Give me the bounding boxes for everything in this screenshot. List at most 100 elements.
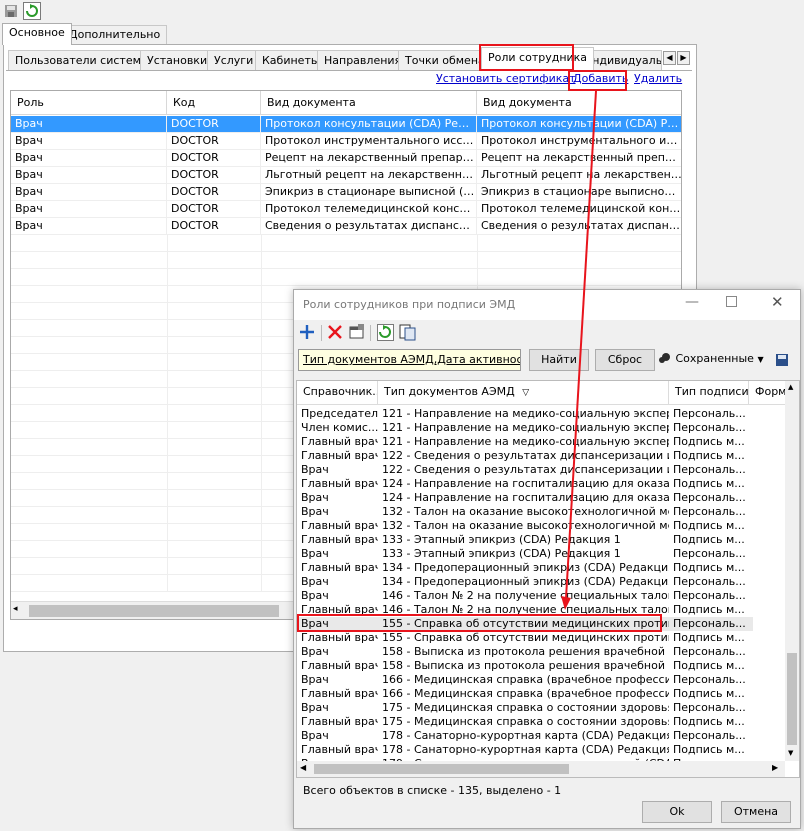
vertical-scrollbar[interactable]: ▲ ▼ [785,381,799,761]
column-header-code[interactable]: Код [167,91,261,115]
list-item[interactable]: Председатель 121 - Направление на медико-… [297,407,753,421]
column-header-aemd-type-label: Тип документов АЭМД [384,385,515,398]
grid-line [167,473,168,490]
dialog-scrollbar-thumb[interactable] [314,764,569,774]
list-cell-b: 175 - Медицинская справка о состоянии зд… [382,701,669,714]
table-row[interactable]: Врач DOCTOR Эпикриз в стационаре выписной … [11,184,681,201]
refresh-icon[interactable] [377,324,394,341]
list-item[interactable]: Врач 166 - Медицинская справка (врачебное… [297,673,753,687]
ok-button[interactable]: Ok [642,801,712,823]
list-cell-b: 121 - Направление на медико-социальную э… [382,407,669,420]
tab-scroll-left-button[interactable]: ◀ [663,51,676,65]
table-row[interactable]: Врач DOCTOR Сведения о результатах диспанс… [11,218,681,235]
grid-line [261,252,262,269]
table-row[interactable]: Врач DOCTOR Рецепт на лекарственный препар… [11,150,681,167]
list-item[interactable]: Член комис... 121 - Направление на медико… [297,421,753,435]
column-header-form[interactable]: Форм [749,381,789,405]
list-item[interactable]: Главный врач 133 - Этапный эпикриз (CDA) … [297,533,753,547]
scroll-left-arrow[interactable]: ◀ [300,763,306,772]
tab-employee-roles[interactable]: Роли сотрудника [481,47,595,71]
scroll-right-arrow[interactable]: ▶ [772,763,778,772]
list-item[interactable]: Главный врач 122 - Сведения о результатах… [297,449,753,463]
list-item[interactable]: Главный врач 146 - Талон № 2 на получение… [297,603,753,617]
list-item[interactable]: Врач 134 - Предоперационный эпикриз (CDA)… [297,575,753,589]
filter-field[interactable]: Тип документов АЭМД,Дата активност [298,349,521,371]
tab-main[interactable]: Основное [2,23,72,45]
install-certificate-link[interactable]: Установить сертификат [436,72,576,85]
scroll-up-arrow[interactable]: ▲ [788,383,793,391]
column-header-aemd-type[interactable]: Тип документов АЭМД ▽ [378,381,669,405]
table-cell-code: DOCTOR [167,201,261,218]
list-item[interactable]: Главный врач 158 - Выписка из протокола р… [297,659,753,673]
grid-line [261,422,262,439]
tab-directions[interactable]: Направления [317,50,409,70]
tab-settings[interactable]: Установки [140,50,215,70]
grid-line [261,286,262,303]
properties-icon[interactable] [349,324,365,340]
list-cell-c: Персональ... [673,673,746,686]
column-header-role[interactable]: Роль [11,91,167,115]
tab-system-users[interactable]: Пользователи системы [8,50,157,70]
list-item[interactable]: Главный врач 155 - Справка об отсутствии … [297,631,753,645]
tab-exchange-points[interactable]: Точки обмена [398,50,492,70]
grid-line [261,507,262,524]
grid-line [261,320,262,337]
saved-filters-dropdown[interactable]: Сохраненные ▼ [658,349,772,371]
save-icon[interactable] [2,2,20,20]
list-item[interactable]: Врач 175 - Медицинская справка о состояни… [297,701,753,715]
tab-services[interactable]: Услуги [207,50,261,70]
table-row[interactable]: Врач DOCTOR Протокол инструментального исс… [11,133,681,150]
column-header-reference[interactable]: Справочник... [297,381,378,405]
scroll-down-arrow[interactable]: ▼ [788,749,793,757]
tab-rooms[interactable]: Кабинеты [255,50,327,70]
column-header-doc-type[interactable]: Вид документа [261,91,477,115]
list-item[interactable]: Врач 146 - Талон № 2 на получение специал… [297,589,753,603]
vertical-scrollbar-thumb[interactable] [787,653,797,745]
cancel-button[interactable]: Отмена [721,801,791,823]
list-cell-a: Главный врач [301,631,378,644]
grid-line [167,320,168,337]
refresh-icon[interactable] [23,2,41,20]
export-icon[interactable] [399,324,416,341]
list-item[interactable]: Главный врач 178 - Санаторно-курортная ка… [297,743,753,757]
delete-link[interactable]: Удалить [634,72,682,85]
tab-additional[interactable]: Дополнительно [62,25,168,45]
save-filter-icon[interactable] [774,351,792,369]
scrollbar-thumb[interactable] [29,605,279,617]
table-cell-code: DOCTOR [167,167,261,184]
list-cell-a: Врач [301,547,329,560]
find-button[interactable]: Найти [529,349,589,371]
list-item[interactable]: Главный врач 124 - Направление на госпита… [297,477,753,491]
add-link[interactable]: Добавить [573,72,628,85]
add-icon[interactable] [298,323,316,341]
list-cell-b: 121 - Направление на медико-социальную э… [382,435,669,448]
table-row[interactable]: Врач DOCTOR Льготный рецепт на лекарственн… [11,167,681,184]
list-item[interactable]: Врач 132 - Талон на оказание высокотехнол… [297,505,753,519]
list-item[interactable]: Врач 133 - Этапный эпикриз (CDA) Редакция… [297,547,753,561]
list-item[interactable]: Врач 155 - Справка об отсутствии медицинс… [297,617,753,631]
scroll-left-arrow[interactable]: ◂ [13,604,18,614]
list-item[interactable]: Главный врач 134 - Предоперационный эпикр… [297,561,753,575]
maximize-icon[interactable] [726,296,737,307]
column-header-doc-type-2[interactable]: Вид документа [477,91,681,115]
minimize-icon[interactable]: — [685,294,699,310]
column-header-signature-type[interactable]: Тип подписи [669,381,749,405]
list-item[interactable]: Врач 122 - Сведения о результатах диспанс… [297,463,753,477]
list-item[interactable]: Врач 158 - Выписка из протокола решения в… [297,645,753,659]
delete-icon[interactable] [326,323,344,341]
tab-scroll-right-button[interactable]: ▶ [677,51,690,65]
reset-button[interactable]: Сброс [595,349,655,371]
list-item[interactable]: Главный врач 166 - Медицинская справка (в… [297,687,753,701]
table-cell-doc2: Рецепт на лекарственный препарат (С... [477,150,681,167]
table-row[interactable]: Врач DOCTOR Протокол телемедицинской консу… [11,201,681,218]
table-cell-doc1: Льготный рецепт на лекарственный п... [261,167,477,184]
dialog-horizontal-scrollbar[interactable]: ◀ ▶ [297,761,785,777]
list-item[interactable]: Главный врач 175 - Медицинская справка о … [297,715,753,729]
table-row[interactable]: Врач DOCTOR Протокол консультации (CDA) Ре… [11,116,681,133]
list-item[interactable]: Главный врач 132 - Талон на оказание высо… [297,519,753,533]
grid-line [261,524,262,541]
list-item[interactable]: Главный врач 121 - Направление на медико-… [297,435,753,449]
list-item[interactable]: Врач 124 - Направление на госпитализацию … [297,491,753,505]
list-item[interactable]: Врач 178 - Санаторно-курортная карта (CDA… [297,729,753,743]
close-icon[interactable]: ✕ [771,293,784,311]
